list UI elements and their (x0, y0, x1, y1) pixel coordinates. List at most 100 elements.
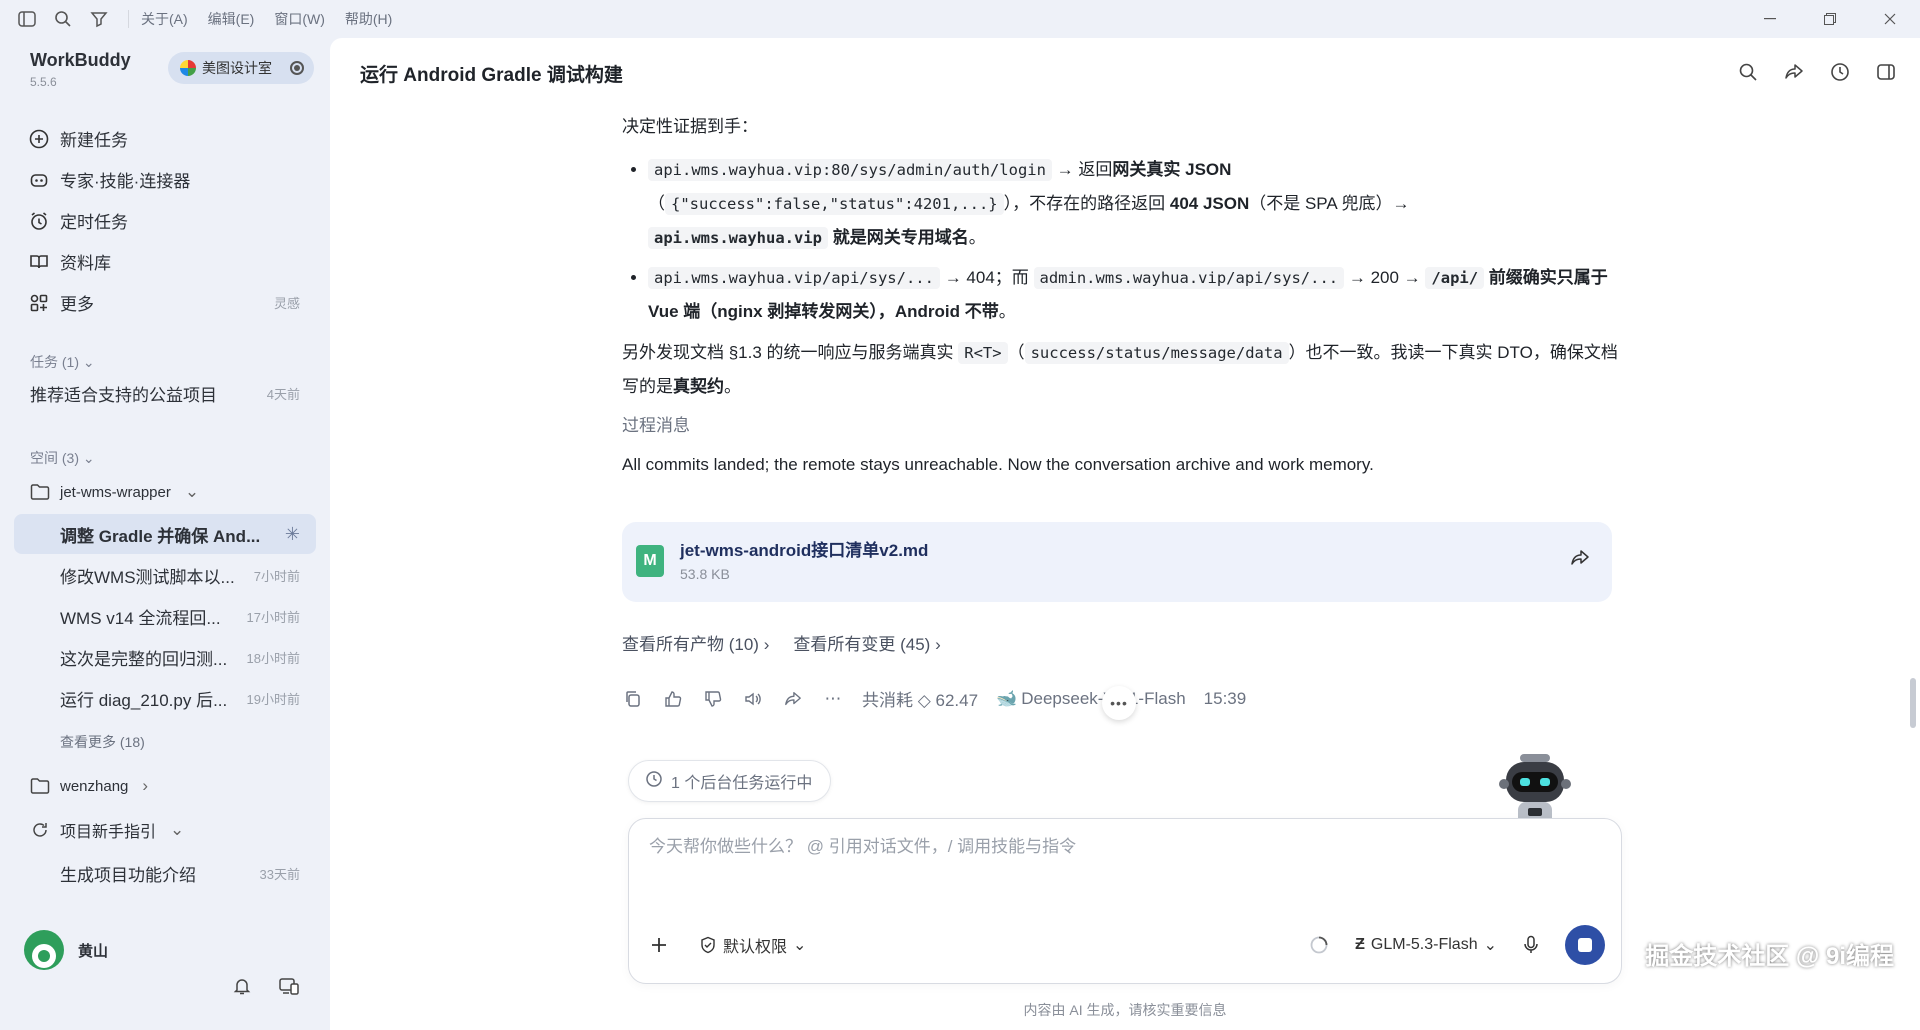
space-task-item[interactable]: 生成项目功能介绍 33天前 (60, 855, 300, 891)
space-task-item[interactable]: 运行 diag_210.py 后... 19小时前 (60, 680, 300, 716)
grid-icon (28, 292, 50, 314)
share-icon[interactable] (1570, 548, 1590, 573)
nav-new-task[interactable]: 新建任务 (28, 118, 308, 159)
speaker-icon[interactable] (742, 688, 764, 710)
sidebar-toggle-icon[interactable] (14, 6, 40, 32)
thumbs-down-icon[interactable] (702, 688, 724, 710)
restore-button[interactable] (1800, 0, 1860, 38)
stop-generation-button[interactable] (1565, 925, 1605, 965)
permission-selector[interactable]: 默认权限 ⌄ (699, 933, 806, 957)
inline-code: admin.wms.wayhua.vip/api/sys/... (1033, 267, 1345, 289)
summary-links: 查看所有产物 (10) › 查看所有变更 (45) › (622, 630, 941, 655)
filter-icon[interactable] (86, 6, 112, 32)
task-item[interactable]: 推荐适合支持的公益项目 4天前 (30, 375, 300, 411)
space-task-item[interactable]: 这次是完整的回归测... 18小时前 (60, 639, 300, 675)
inline-code: R<T> (958, 342, 1008, 364)
history-icon[interactable] (1828, 60, 1852, 84)
brand: WorkBuddy 5.5.6 (30, 50, 131, 89)
space-wenzhang[interactable]: wenzhang › (30, 768, 300, 804)
text: ），不存在的路径返回 (1003, 194, 1170, 213)
composer-right-controls: Ƶ GLM-5.3-Flash ⌄ (1309, 925, 1605, 965)
task-title: 运行 diag_210.py 后... (60, 690, 228, 710)
search-icon[interactable] (50, 6, 76, 32)
background-task-label: 1 个后台任务运行中 (671, 775, 813, 792)
space-name: jet-wms-wrapper (60, 483, 171, 501)
section-label: 空间 (3) (30, 450, 79, 466)
view-more-link[interactable]: 查看更多 (18) (60, 732, 145, 752)
menu-about[interactable]: 关于(A) (141, 9, 188, 29)
message-time: 15:39 (1203, 688, 1247, 708)
share-icon[interactable] (782, 688, 804, 710)
user-profile[interactable]: 黄山 (24, 930, 108, 970)
text: 另外发现文档 §1.3 的统一响应与服务端真实 (622, 343, 959, 362)
more-icon[interactable]: ⋯ (822, 688, 844, 710)
minimize-button[interactable] (1740, 0, 1800, 38)
nav-label: 更多 (60, 295, 94, 314)
nav-label: 新建任务 (60, 131, 128, 150)
bold-text: 就是网关专用域名 (827, 228, 969, 247)
text: 。 (998, 302, 1016, 321)
workspace-switcher[interactable]: 美图设计室 (168, 52, 314, 84)
view-artifacts-link[interactable]: 查看所有产物 (10) › (622, 630, 769, 655)
spaces-section-header[interactable]: 空间 (3) ⌄ (30, 448, 95, 468)
space-task-item[interactable]: 修改WMS测试脚本以... 7小时前 (60, 557, 300, 593)
model-selector[interactable]: Ƶ GLM-5.3-Flash ⌄ (1355, 935, 1497, 955)
inline-code: /api/ (1425, 267, 1485, 289)
scrollbar-thumb[interactable] (1910, 678, 1916, 728)
more-options-bubble[interactable]: ••• (1102, 686, 1136, 720)
thumbs-up-icon[interactable] (662, 688, 684, 710)
link-label: 查看所有变更 (45) (793, 635, 931, 654)
nav-label: 专家·技能·连接器 (60, 172, 191, 191)
panel-toggle-icon[interactable] (1874, 60, 1898, 84)
menu-window[interactable]: 窗口(W) (274, 9, 325, 29)
copy-icon[interactable] (622, 688, 644, 710)
nav-experts[interactable]: 专家·技能·连接器 (28, 159, 308, 200)
menu-edit[interactable]: 编辑(E) (208, 9, 255, 29)
task-title: WMS v14 全流程回... (60, 608, 221, 628)
inline-code: api.wms.wayhua.vip (648, 227, 828, 249)
avatar (24, 930, 64, 970)
paragraph: 另外发现文档 §1.3 的统一响应与服务端真实 R<T> （success/sta… (622, 336, 1622, 403)
menu-help[interactable]: 帮助(H) (345, 9, 392, 29)
process-label[interactable]: 过程消息 (622, 409, 1622, 442)
microphone-icon[interactable] (1523, 935, 1539, 955)
nav-library[interactable]: 资料库 (28, 241, 308, 282)
file-attachment-card[interactable]: M jet-wms-android接口清单v2.md 53.8 KB (622, 522, 1612, 602)
background-task-pill[interactable]: 1 个后台任务运行中 (628, 760, 832, 802)
file-name: jet-wms-android接口清单v2.md (680, 541, 929, 560)
robot-mascot-icon[interactable] (1498, 750, 1572, 826)
book-icon (28, 251, 50, 273)
loading-icon (1309, 935, 1329, 955)
evidence-list: api.wms.wayhua.vip:80/sys/admin/auth/log… (622, 153, 1622, 328)
share-icon[interactable] (1782, 60, 1806, 84)
task-time: 17小时前 (246, 609, 300, 625)
chat-input[interactable] (649, 837, 1549, 857)
tasks-section-header[interactable]: 任务 (1) ⌄ (30, 352, 95, 372)
chevron-right-icon: › (142, 776, 149, 795)
view-changes-link[interactable]: 查看所有变更 (45) › (793, 630, 940, 655)
space-task-item[interactable]: 调整 Gradle 并确保 And... ✳ (60, 516, 300, 552)
add-attachment-button[interactable] (649, 935, 669, 955)
space-task-item[interactable]: WMS v14 全流程回... 17小时前 (60, 598, 300, 634)
close-button[interactable] (1860, 0, 1920, 38)
space-jet-wms-wrapper[interactable]: jet-wms-wrapper ⌄ (30, 474, 300, 510)
nav-label: 定时任务 (60, 213, 128, 232)
page-title: 运行 Android Gradle 调试构建 (360, 65, 623, 86)
clock-icon (645, 770, 663, 793)
ai-disclaimer: 内容由 AI 生成，请核实重要信息 (1023, 1002, 1227, 1018)
main-nav: 新建任务 专家·技能·连接器 定时任务 资料库 更多 灵感 (28, 118, 308, 323)
markdown-file-icon: M (636, 545, 664, 577)
alarm-icon (28, 210, 50, 232)
space-onboarding[interactable]: 项目新手指引 ⌄ (30, 812, 300, 848)
bell-icon[interactable] (232, 976, 252, 1001)
devices-icon[interactable] (278, 976, 300, 1001)
spinner-icon: ✳ (284, 523, 300, 544)
task-title: 生成项目功能介绍 (60, 865, 196, 885)
task-title: 这次是完整的回归测... (60, 649, 228, 669)
search-icon[interactable] (1736, 60, 1760, 84)
nav-more[interactable]: 更多 灵感 (28, 282, 308, 323)
main-panel: 运行 Android Gradle 调试构建 决定性证据到手： api.wms.… (330, 38, 1920, 1030)
nav-scheduled[interactable]: 定时任务 (28, 200, 308, 241)
watermark-text: 掘金技术社区 @ 9i编程 (1645, 943, 1894, 970)
shield-check-icon (699, 936, 717, 954)
